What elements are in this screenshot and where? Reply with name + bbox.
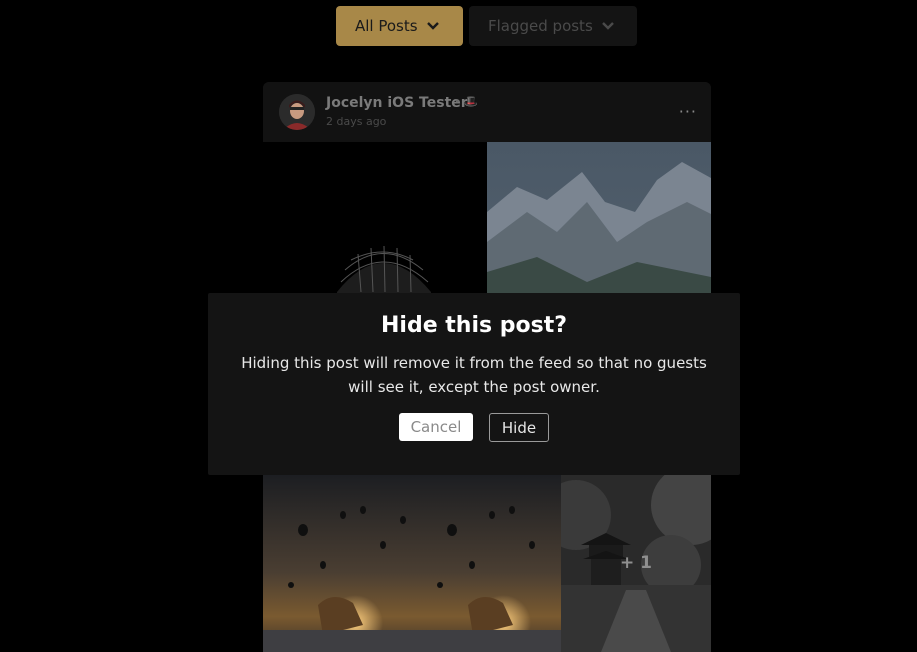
dialog-actions: Cancel Hide bbox=[208, 413, 740, 442]
hide-post-dialog: Hide this post? Hiding this post will re… bbox=[208, 293, 740, 475]
all-posts-label: All Posts bbox=[355, 17, 418, 35]
flagged-posts-label: Flagged posts bbox=[488, 17, 593, 35]
flagged-posts-dropdown[interactable]: Flagged posts bbox=[469, 6, 637, 46]
more-photos-count: + 1 bbox=[620, 553, 652, 573]
more-options-icon[interactable]: ··· bbox=[679, 102, 697, 121]
author-badge: • 🎩 bbox=[454, 95, 478, 108]
dialog-title: Hide this post? bbox=[381, 313, 567, 338]
post-filters: All Posts Flagged posts bbox=[336, 6, 637, 46]
post-header: Jocelyn iOS Tester • 🎩 2 days ago ··· bbox=[263, 82, 711, 142]
avatar[interactable] bbox=[279, 94, 315, 130]
cancel-button[interactable]: Cancel bbox=[399, 413, 473, 441]
chevron-down-icon bbox=[601, 22, 614, 30]
hide-button[interactable]: Hide bbox=[489, 413, 549, 442]
chevron-down-icon bbox=[426, 22, 439, 30]
dialog-message: Hiding this post will remove it from the… bbox=[241, 354, 707, 396]
post-author-name[interactable]: Jocelyn iOS Tester bbox=[326, 95, 468, 111]
all-posts-dropdown[interactable]: All Posts bbox=[336, 6, 463, 46]
post-photo[interactable]: + 1 bbox=[561, 475, 711, 652]
post-timestamp: 2 days ago bbox=[326, 115, 387, 128]
post-photo[interactable] bbox=[263, 475, 561, 652]
